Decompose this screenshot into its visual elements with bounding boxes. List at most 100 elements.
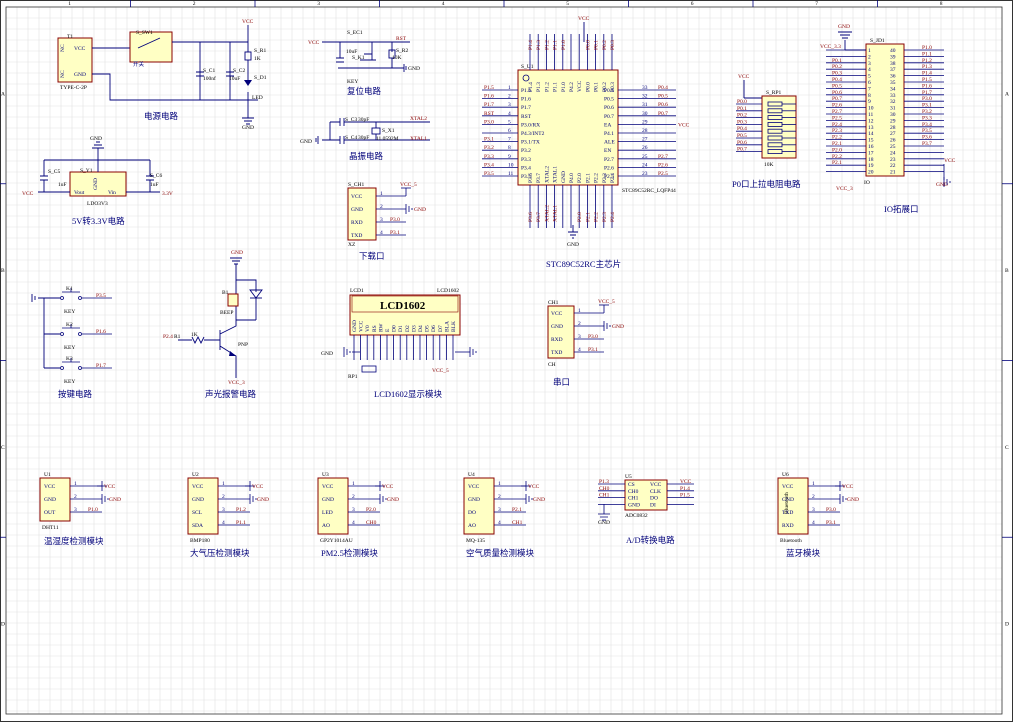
io-right-net: P3.7 [922, 141, 932, 147]
mcu-pin-number: 3 [508, 102, 511, 108]
ldo-vin: Vin [108, 190, 116, 196]
schematic-sheet: 1 2 3 4 5 6 7 8A AB BC CD D T1 VCC GND NC NC TYPE-C… [0, 0, 1013, 722]
mcu-right-pin-name: P4.1 [604, 131, 614, 137]
c5-ref: S_C5 [48, 169, 60, 175]
mcu-top-pin-name: P0.1 [594, 82, 600, 92]
lcd-pin-name: GND [352, 320, 358, 332]
lcd-ref: LCD1 [350, 288, 364, 294]
key-name: KEY [64, 379, 75, 385]
gnd-symbol [405, 204, 413, 214]
io-left-number: 19 [868, 163, 874, 169]
io-left-net: P0.6 [832, 90, 842, 96]
module-net: VCC [252, 484, 264, 490]
mcu-top-net: P1.3 [536, 40, 542, 50]
adc-title: A/D转换电路 [626, 535, 675, 545]
io-left-number: 13 [868, 125, 874, 131]
module-gnd-symbol [249, 494, 257, 504]
pullup-net: P0.0 [737, 99, 747, 105]
module-part: DHT11 [42, 525, 59, 531]
mcu-bottom-net: P2.0 [577, 212, 583, 222]
pullup-net: P0.4 [737, 126, 747, 132]
io-left-net: P2.4 [832, 122, 842, 128]
mcu-top-net: P0.1 [594, 40, 600, 50]
mcu-pin-number: 5 [508, 119, 511, 125]
sensor-module: U2BMP180VCC 1 VCCGND 2 GNDSCL 3 P1.2SDA 4 P1.1 [187, 472, 269, 544]
ldo-ref: S_Y1 [80, 168, 93, 174]
mcu-top-net: P1.0 [561, 40, 567, 50]
bt-title: 蓝牙模块 [786, 548, 821, 558]
pin-label: VCC [551, 311, 563, 317]
mcu-bottom-pin-name: P2.2 [594, 173, 600, 183]
io-right-net: P1.7 [922, 90, 932, 96]
mcu-right-net: VCC [678, 122, 690, 128]
mcu-pin-number: 26 [642, 145, 648, 151]
lcd-pin-name: V0 [365, 325, 371, 332]
lcd-pin-name: D2 [405, 325, 411, 332]
border-row-label: A [1, 91, 5, 97]
module-net: P2.1 [512, 507, 522, 513]
mcu-left-net: P1.7 [484, 102, 494, 108]
io-left-number: 9 [868, 99, 871, 105]
io-left-net: P2.0 [832, 147, 842, 153]
lcd-pin-name: BLA [444, 321, 450, 332]
io-left-net: P0.1 [832, 58, 842, 64]
mcu-right-net: P0.4 [658, 85, 668, 91]
module-net: CH1 [512, 520, 523, 526]
jack-ref: T1 [67, 34, 73, 40]
lcd-pin-name: D1 [398, 325, 404, 332]
module-ref: U6 [782, 472, 789, 478]
sensor-modules: U1DHT11VCC 1 VCCGND 2 GNDOUT 3 P1.0U2BMP180VCC… [39, 472, 859, 544]
mcu-top-pin-name: P0.3 [610, 82, 616, 92]
alarm-q: PNP [238, 342, 248, 348]
module-part: MQ-135 [466, 538, 485, 544]
sensor-module: U3GP2Y1014AUVCC 1 VCCGND 2 GNDLED 3 P2.0AO 4 CH0 [317, 472, 399, 544]
border-col-label: 2 [193, 1, 196, 7]
module-net: P3.0 [826, 507, 836, 513]
io-vcc33: VCC_3.3 [820, 44, 841, 50]
mcu-top-pin-name: P4.2 [569, 82, 575, 92]
switch-ref: S_SW1 [136, 30, 153, 36]
adc-left-pin: GND [628, 502, 640, 508]
mcu-top-pin-name: P1.0 [561, 82, 567, 92]
c3-val: 30pF [358, 117, 369, 123]
mcu-pin-number: 1 [508, 85, 511, 91]
mcu-left-net: P3.2 [484, 145, 494, 151]
module-net: VCC [382, 484, 394, 490]
mcu-right-net: P2.6 [658, 162, 668, 168]
power-gnd-net: GND [242, 125, 254, 131]
c1-val: 100nf [203, 75, 216, 82]
mcu-bottom-pin-name: P3.7 [536, 173, 542, 183]
io-vcc: VCC [944, 158, 956, 164]
buzzer-ref: B1 [222, 290, 229, 296]
ldo-gnd: GND [90, 136, 102, 142]
sensor-module: U6BluetoothVCC 1 VCCGND 2 GNDTXD 3 P3.0RXD 4 P3.… [777, 472, 859, 544]
io-right-number: 36 [890, 74, 896, 80]
io-left-net: P2.5 [832, 115, 842, 121]
buzzer [227, 293, 239, 307]
io-left-number: 1 [868, 48, 871, 54]
mcu-right-net: P0.7 [658, 111, 668, 117]
mcu-part: STC89C52RC_LQFP44 [622, 188, 676, 194]
alarm-vcc: VCC_3 [228, 380, 245, 386]
io-left-net: P0.4 [832, 77, 842, 83]
key-net: P1.7 [96, 363, 106, 369]
mcu-bottom-pin-name: P2.3 [602, 173, 608, 183]
module-net: P1.1 [236, 520, 246, 526]
mcu-pin-number: 25 [642, 154, 648, 160]
reset-rst-net: RST [396, 36, 407, 42]
io-gnd2: GND [936, 182, 948, 188]
pullup-net: P0.1 [737, 106, 747, 112]
io-left-number: 2 [868, 54, 871, 60]
pin-label: TXD [551, 350, 562, 356]
power-switch [129, 31, 173, 63]
c6-val: 1uF [150, 182, 159, 188]
module-part: Bluetooth [780, 538, 802, 544]
lcd-pin-name: VCC [359, 320, 365, 332]
io-left-net: P2.1 [832, 160, 842, 166]
io-right-net: P1.4 [922, 71, 932, 77]
pm25-title: PM2.5检测模块 [321, 548, 378, 558]
module-net: P1.0 [88, 507, 98, 513]
io-name: IO [864, 180, 870, 186]
io-right-number: 26 [890, 138, 896, 144]
io-right-net: P3.0 [922, 96, 932, 102]
